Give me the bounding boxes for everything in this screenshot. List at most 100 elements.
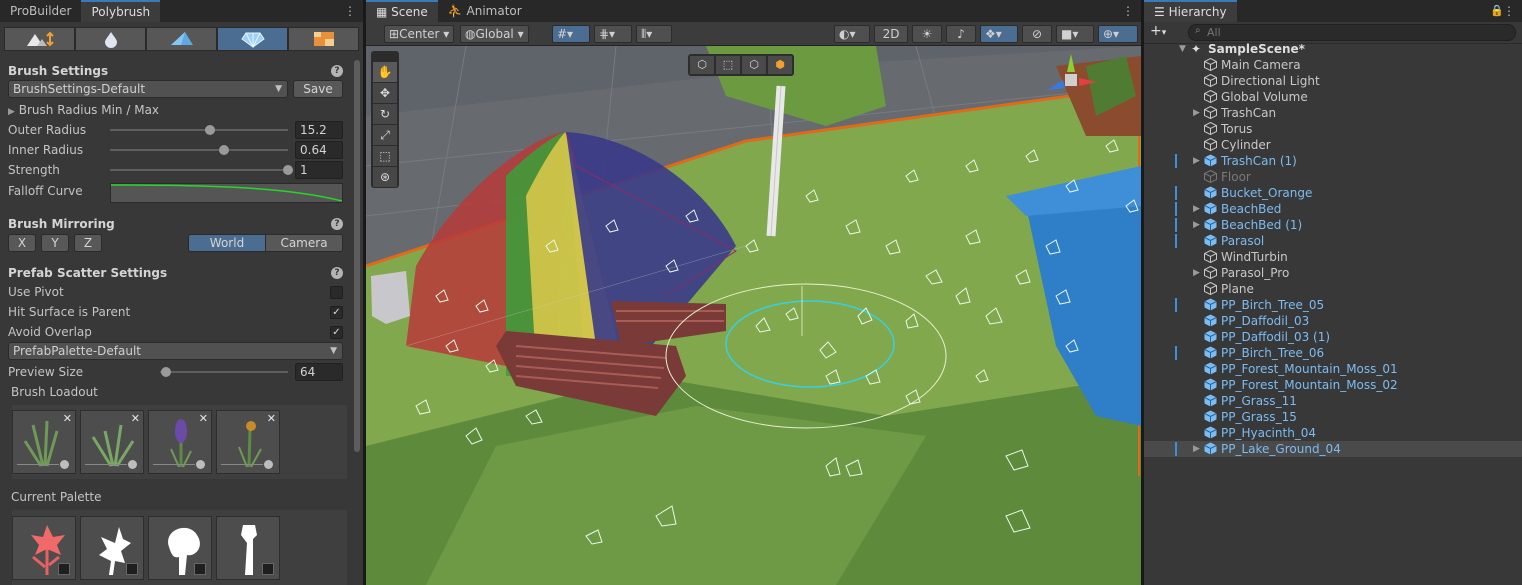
- weight-handle[interactable]: [60, 460, 69, 469]
- align-toggle[interactable]: ⦀▾: [636, 25, 672, 43]
- lighting-toggle[interactable]: ☀: [912, 25, 942, 43]
- remove-icon[interactable]: ✕: [131, 412, 140, 425]
- hierarchy-item[interactable]: PP_Forest_Mountain_Moss_01: [1144, 361, 1522, 377]
- palette-item-stump[interactable]: [216, 516, 280, 580]
- orientation-gizmo[interactable]: [1041, 50, 1101, 110]
- loadout-item-daffodil[interactable]: ✕: [216, 410, 280, 474]
- hierarchy-item[interactable]: PP_Forest_Mountain_Moss_02: [1144, 377, 1522, 393]
- hierarchy-item[interactable]: Floor: [1144, 169, 1522, 185]
- scale-tool-button[interactable]: ⤢: [373, 125, 397, 145]
- inner-radius-field[interactable]: 0.64: [295, 141, 343, 159]
- tab-probuilder[interactable]: ProBuilder: [0, 0, 81, 22]
- preview-size-field[interactable]: 64: [295, 363, 343, 381]
- fold-closed-icon[interactable]: ▶: [1193, 441, 1200, 457]
- mirror-y-button[interactable]: Y: [41, 234, 69, 252]
- hierarchy-item[interactable]: ▶ TrashCan: [1144, 105, 1522, 121]
- hierarchy-item[interactable]: PP_Hyacinth_04: [1144, 425, 1522, 441]
- strength-slider[interactable]: [110, 169, 288, 171]
- palette-checkbox[interactable]: [194, 563, 206, 575]
- inner-radius-slider[interactable]: [110, 149, 288, 151]
- rect-tool-button[interactable]: ⬚: [373, 146, 397, 166]
- prefab-palette-dropdown[interactable]: PrefabPalette-Default ▼: [8, 342, 343, 360]
- hierarchy-item[interactable]: Plane: [1144, 281, 1522, 297]
- outer-radius-slider[interactable]: [110, 129, 288, 131]
- remove-icon[interactable]: ✕: [267, 412, 276, 425]
- help-icon[interactable]: ?: [331, 65, 343, 77]
- audio-toggle[interactable]: ♪: [946, 25, 976, 43]
- hierarchy-search-input[interactable]: [1207, 25, 1487, 40]
- loadout-item-grass[interactable]: ✕: [12, 410, 76, 474]
- tab-scene[interactable]: ▦ Scene: [366, 0, 438, 22]
- grid-snapping-toggle[interactable]: #▾: [552, 25, 590, 43]
- paint-mode-button[interactable]: [146, 27, 217, 51]
- palette-item-tree[interactable]: [148, 516, 212, 580]
- strength-handle[interactable]: [283, 165, 293, 175]
- more-menu-icon[interactable]: ⋮: [1503, 4, 1515, 18]
- hierarchy-item[interactable]: PP_Daffodil_03: [1144, 313, 1522, 329]
- mirror-z-button[interactable]: Z: [74, 234, 102, 252]
- hierarchy-item[interactable]: Global Volume: [1144, 89, 1522, 105]
- smooth-mode-button[interactable]: [75, 27, 146, 51]
- fold-closed-icon[interactable]: ▶: [1193, 217, 1200, 233]
- hierarchy-item[interactable]: ▶ PP_Lake_Ground_04: [1144, 441, 1522, 457]
- weight-handle[interactable]: [128, 460, 137, 469]
- gizmos-dropdown[interactable]: ⊕▾: [1098, 25, 1138, 43]
- remove-icon[interactable]: ✕: [63, 412, 72, 425]
- palette-checkbox[interactable]: [58, 563, 70, 575]
- save-button[interactable]: Save: [293, 80, 343, 98]
- scatter-mode-button[interactable]: [217, 27, 288, 51]
- hierarchy-item[interactable]: ▶ BeachBed: [1144, 201, 1522, 217]
- help-icon[interactable]: ?: [331, 218, 343, 230]
- fold-closed-icon[interactable]: ▶: [1193, 105, 1200, 121]
- loadout-item-grass-2[interactable]: ✕: [80, 410, 144, 474]
- mirror-x-button[interactable]: X: [8, 234, 36, 252]
- falloff-curve-field[interactable]: [110, 183, 343, 203]
- hierarchy-item[interactable]: Torus: [1144, 121, 1522, 137]
- hierarchy-item[interactable]: PP_Birch_Tree_06: [1144, 345, 1522, 361]
- scene-viewport[interactable]: ✋ ✥ ↻ ⤢ ⬚ ⊛ ⬡ ⬚ ⬡ ⬢: [366, 46, 1141, 585]
- hierarchy-item[interactable]: ▶ Parasol_Pro: [1144, 265, 1522, 281]
- hierarchy-item[interactable]: Bucket_Orange: [1144, 185, 1522, 201]
- lock-icon[interactable]: 🔒: [1490, 4, 1504, 17]
- more-menu-icon[interactable]: ⋮: [1122, 4, 1134, 18]
- tab-hierarchy[interactable]: ☰ Hierarchy: [1144, 0, 1237, 22]
- draw-mode-dropdown[interactable]: ◐▾: [834, 25, 870, 43]
- hierarchy-item[interactable]: PP_Grass_11: [1144, 393, 1522, 409]
- hit-surface-checkbox[interactable]: ✓: [330, 306, 343, 319]
- camera-space-button[interactable]: Camera: [265, 234, 343, 252]
- hierarchy-item[interactable]: ▶ TrashCan (1): [1144, 153, 1522, 169]
- hierarchy-item[interactable]: WindTurbin: [1144, 249, 1522, 265]
- palette-item-plant[interactable]: [80, 516, 144, 580]
- brush-radius-foldout[interactable]: ▶ Brush Radius Min / Max: [0, 100, 363, 120]
- camera-dropdown[interactable]: ■▾: [1056, 25, 1094, 43]
- fold-closed-icon[interactable]: ▶: [1193, 153, 1200, 169]
- add-object-button[interactable]: +▾: [1150, 23, 1166, 39]
- hierarchy-search-field[interactable]: ⌕: [1188, 24, 1516, 41]
- object-mode-button[interactable]: ⬡: [690, 56, 714, 74]
- tab-animator[interactable]: ⛹ Animator: [438, 0, 532, 22]
- texture-mode-button[interactable]: [288, 27, 359, 51]
- inner-radius-handle[interactable]: [218, 145, 229, 155]
- pivot-space-dropdown[interactable]: ◍Global ▾: [460, 25, 529, 43]
- visibility-toggle[interactable]: ⊘: [1022, 25, 1052, 43]
- fold-closed-icon[interactable]: ▶: [1193, 201, 1200, 217]
- tab-polybrush[interactable]: Polybrush: [81, 0, 161, 22]
- vertex-mode-button[interactable]: ⬚: [716, 56, 740, 74]
- edge-mode-button[interactable]: ⬡: [742, 56, 766, 74]
- palette-item-flower[interactable]: [12, 516, 76, 580]
- loadout-item-hyacinth[interactable]: ✕: [148, 410, 212, 474]
- weight-handle[interactable]: [196, 460, 205, 469]
- outer-radius-field[interactable]: 15.2: [295, 121, 343, 139]
- palette-checkbox[interactable]: [262, 563, 274, 575]
- avoid-overlap-checkbox[interactable]: ✓: [330, 326, 343, 339]
- increment-snap-toggle[interactable]: ⋕▾: [594, 25, 632, 43]
- move-tool-button[interactable]: ✥: [373, 83, 397, 103]
- weight-handle[interactable]: [264, 460, 273, 469]
- more-menu-icon[interactable]: ⋮: [344, 4, 356, 18]
- brush-preset-dropdown[interactable]: BrushSettings-Default ▼: [8, 80, 288, 98]
- fold-closed-icon[interactable]: ▶: [1193, 265, 1200, 281]
- help-icon[interactable]: ?: [331, 267, 343, 279]
- hand-tool-button[interactable]: ✋: [373, 62, 397, 82]
- hierarchy-item[interactable]: Main Camera: [1144, 57, 1522, 73]
- inspector-scrollbar[interactable]: [354, 60, 360, 452]
